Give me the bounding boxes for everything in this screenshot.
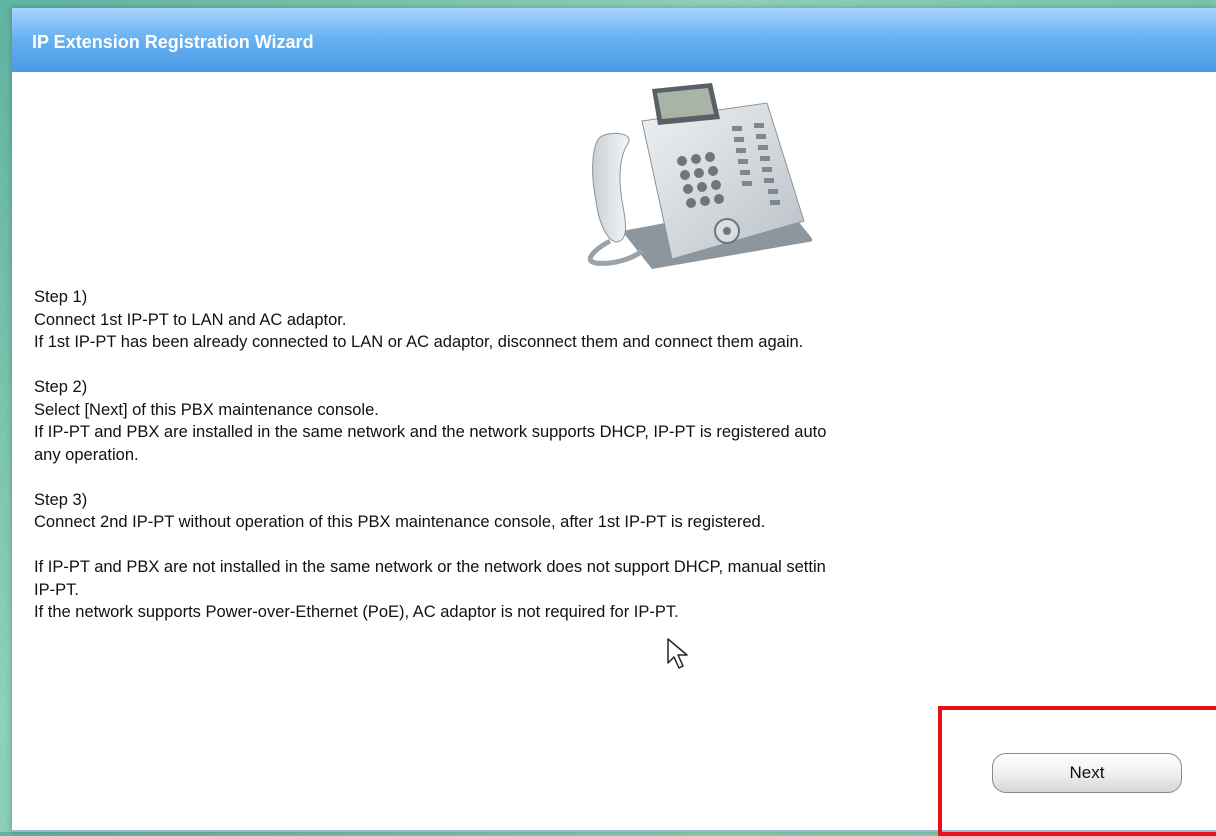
instructions: Step 1) Connect 1st IP-PT to LAN and AC … bbox=[34, 286, 1216, 624]
note-line1: If IP-PT and PBX are not installed in th… bbox=[34, 558, 826, 576]
step2-line3: any operation. bbox=[34, 445, 139, 464]
step2-line1: Select [Next] of this PBX maintenance co… bbox=[34, 400, 379, 419]
step2-line2: If IP-PT and PBX are installed in the sa… bbox=[34, 423, 827, 441]
step3-title: Step 3) bbox=[34, 490, 88, 509]
wizard-title-bar: IP Extension Registration Wizard bbox=[12, 8, 1216, 72]
next-button[interactable]: Next bbox=[992, 753, 1182, 793]
wizard-title: IP Extension Registration Wizard bbox=[32, 32, 314, 52]
step2-title: Step 2) bbox=[34, 378, 88, 396]
step1-title: Step 1) bbox=[34, 288, 88, 306]
note-line2: IP-PT. bbox=[34, 580, 79, 599]
ip-phone-icon bbox=[582, 81, 814, 271]
mouse-cursor-icon bbox=[666, 637, 692, 671]
step1-line1: Connect 1st IP-PT to LAN and AC adaptor. bbox=[34, 310, 347, 329]
note-line3: If the network supports Power-over-Ether… bbox=[34, 603, 679, 621]
step1-line2: If 1st IP-PT has been already connected … bbox=[34, 333, 804, 351]
step3-line1: Connect 2nd IP-PT without operation of t… bbox=[34, 513, 766, 531]
wizard-window: IP Extension Registration Wizard Step 1)… bbox=[12, 8, 1216, 832]
